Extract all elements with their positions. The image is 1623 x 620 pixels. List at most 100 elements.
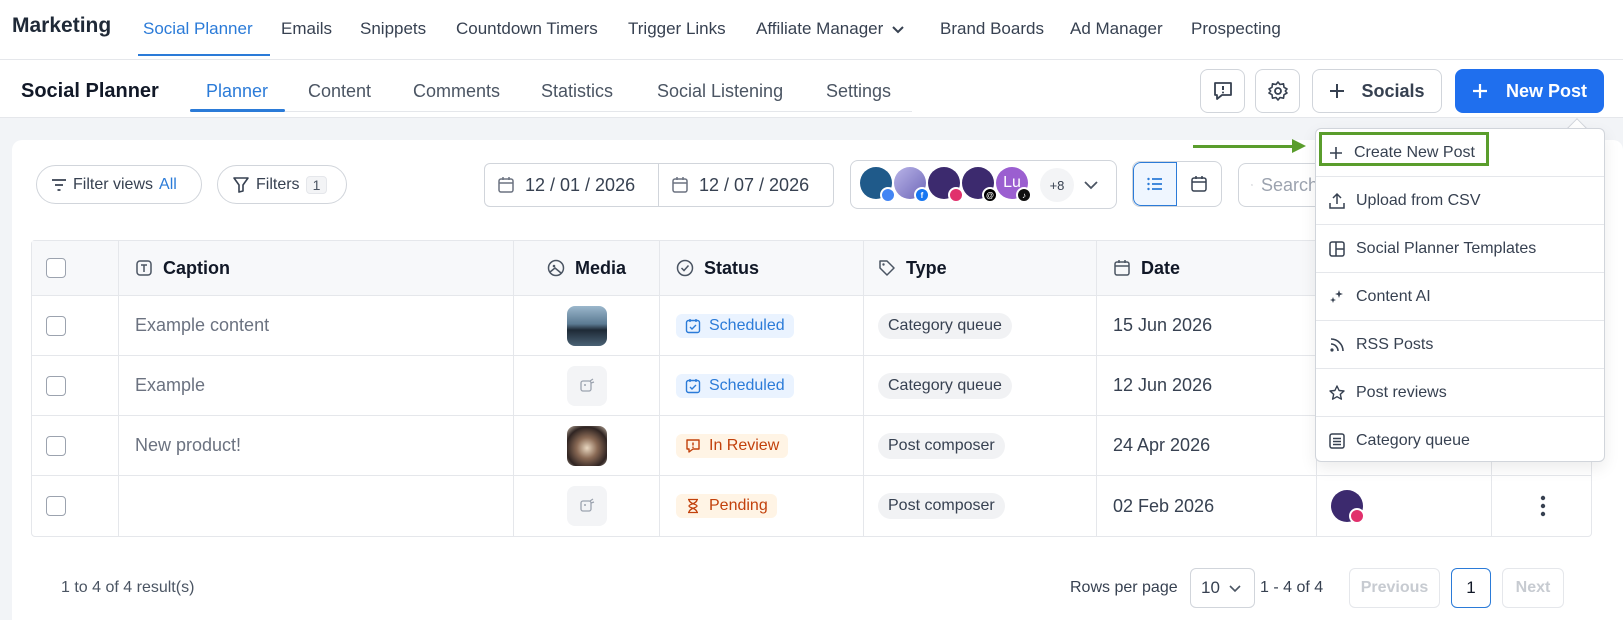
avatar-facebook: f [894, 167, 930, 203]
media-thumbnail[interactable] [566, 425, 607, 466]
media-placeholder[interactable] [566, 365, 607, 406]
type-cell: Category queue [864, 356, 1097, 415]
menu-item-post-reviews[interactable]: Post reviews [1316, 369, 1604, 417]
date-cell: 02 Feb 2026 [1097, 476, 1317, 536]
tab-statistics[interactable]: Statistics [541, 81, 613, 102]
date-end-input[interactable]: 12 / 07 / 2026 [658, 163, 834, 207]
account-selector[interactable]: f @ Lu ♪ +8 [850, 160, 1117, 209]
topnav-item-countdown-timers[interactable]: Countdown Timers [456, 19, 598, 39]
tab-planner[interactable]: Planner [206, 81, 268, 102]
filter-views-button[interactable]: Filter views All [36, 165, 202, 204]
menu-item-label: Social Planner Templates [1356, 239, 1537, 257]
accounts-cell [1317, 476, 1492, 536]
page-title: Social Planner [21, 80, 159, 102]
row-checkbox[interactable] [46, 435, 66, 456]
threads-icon: @ [982, 187, 998, 203]
check-circle-icon [676, 259, 694, 277]
topnav-item-emails[interactable]: Emails [281, 19, 332, 39]
search-placeholder: Search [1260, 174, 1318, 195]
topnav-item-affiliate-manager[interactable]: Affiliate Manager [756, 19, 905, 39]
type-cell: Post composer [864, 416, 1097, 475]
image-placeholder-icon [579, 498, 594, 512]
filters-count-badge: 1 [305, 175, 328, 194]
menu-item-content-ai[interactable]: Content AI [1316, 273, 1604, 321]
menu-item-upload-csv[interactable]: Upload from CSV [1316, 177, 1604, 225]
next-button[interactable]: Next [1502, 568, 1564, 608]
date-text: 02 Feb 2026 [1113, 495, 1215, 516]
header-type: Type [864, 241, 1097, 295]
select-all-checkbox[interactable] [46, 258, 66, 278]
caption-cell [119, 476, 514, 536]
menu-item-label: Content AI [1356, 287, 1431, 305]
media-thumbnail[interactable] [566, 305, 607, 346]
topnav-active-underline [138, 54, 270, 56]
calendar-check-icon [685, 378, 701, 393]
header-caption: Caption [119, 241, 514, 295]
previous-button[interactable]: Previous [1349, 568, 1440, 608]
avatar-tiktok: Lu ♪ [996, 167, 1032, 203]
date-start-input[interactable]: 12 / 01 / 2026 [484, 163, 659, 207]
date-end-value: 12 / 07 / 2026 [699, 174, 810, 195]
status-badge: Pending [676, 494, 777, 518]
menu-item-category-queue[interactable]: Category queue [1316, 417, 1604, 465]
list-view-button[interactable] [1133, 162, 1178, 206]
row-checkbox[interactable] [46, 315, 66, 336]
table-row[interactable]: Pending Post composer 02 Feb 2026 [32, 476, 1591, 536]
calendar-icon [1191, 176, 1207, 192]
date-cell: 24 Apr 2026 [1097, 416, 1317, 475]
calendar-icon [1114, 260, 1130, 276]
top-nav: Marketing Social Planner Emails Snippets… [0, 0, 1623, 60]
view-toggle [1132, 161, 1222, 207]
tag-icon [879, 260, 895, 276]
topnav-item-ad-manager[interactable]: Ad Manager [1070, 19, 1163, 39]
search-input[interactable]: Search [1238, 163, 1318, 207]
topnav-item-snippets[interactable]: Snippets [360, 19, 426, 39]
menu-item-rss-posts[interactable]: RSS Posts [1316, 321, 1604, 369]
more-vertical-icon[interactable] [1540, 495, 1546, 517]
tab-comments[interactable]: Comments [413, 81, 500, 102]
row-checkbox[interactable] [46, 496, 66, 516]
caption-cell: New product! [119, 416, 514, 475]
image-placeholder-icon [579, 377, 594, 392]
media-placeholder[interactable] [566, 486, 607, 526]
chevron-down-icon [892, 26, 904, 34]
filter-views-label: Filter views [73, 175, 154, 193]
results-count: 1 to 4 of 4 result(s) [61, 579, 195, 596]
list-icon [1147, 177, 1162, 191]
caption-cell: Example content [119, 296, 514, 355]
avatar-instagram [928, 167, 964, 203]
menu-item-label: Category queue [1356, 432, 1470, 449]
topnav-item-social-planner[interactable]: Social Planner [143, 19, 253, 39]
tab-active-underline [190, 109, 285, 112]
tab-content[interactable]: Content [308, 81, 371, 102]
new-post-button[interactable]: New Post [1455, 69, 1604, 113]
status-badge: Scheduled [676, 313, 794, 338]
settings-button[interactable] [1255, 69, 1300, 113]
annotation-highlight-box [1319, 132, 1489, 166]
avatar-gmb [860, 167, 896, 203]
calendar-view-button[interactable] [1177, 162, 1221, 206]
topnav-item-brand-boards[interactable]: Brand Boards [940, 19, 1044, 39]
add-socials-button[interactable]: Socials [1312, 69, 1442, 113]
topnav-item-trigger-links[interactable]: Trigger Links [628, 19, 726, 39]
tab-settings[interactable]: Settings [826, 81, 891, 102]
plus-icon [1472, 84, 1487, 98]
instagram-icon [1349, 508, 1365, 524]
filters-button[interactable]: Filters 1 [217, 165, 347, 204]
row-select-cell [32, 296, 119, 355]
gear-icon [1267, 81, 1288, 101]
status-cell: Pending [660, 476, 864, 536]
header-media-label: Media [574, 257, 626, 278]
rows-per-page-select[interactable]: 10 [1190, 568, 1255, 608]
media-cell [514, 476, 660, 536]
menu-item-templates[interactable]: Social Planner Templates [1316, 225, 1604, 273]
annotation-arrow-head [1292, 139, 1306, 153]
page-number-button[interactable]: 1 [1451, 568, 1491, 608]
row-checkbox[interactable] [46, 375, 66, 396]
feedback-button[interactable] [1200, 69, 1245, 113]
date-cell: 12 Jun 2026 [1097, 356, 1317, 415]
header-select-cell [32, 241, 119, 295]
more-accounts-badge: +8 [1040, 168, 1074, 202]
topnav-item-prospecting[interactable]: Prospecting [1191, 19, 1281, 39]
tab-social-listening[interactable]: Social Listening [657, 81, 783, 102]
